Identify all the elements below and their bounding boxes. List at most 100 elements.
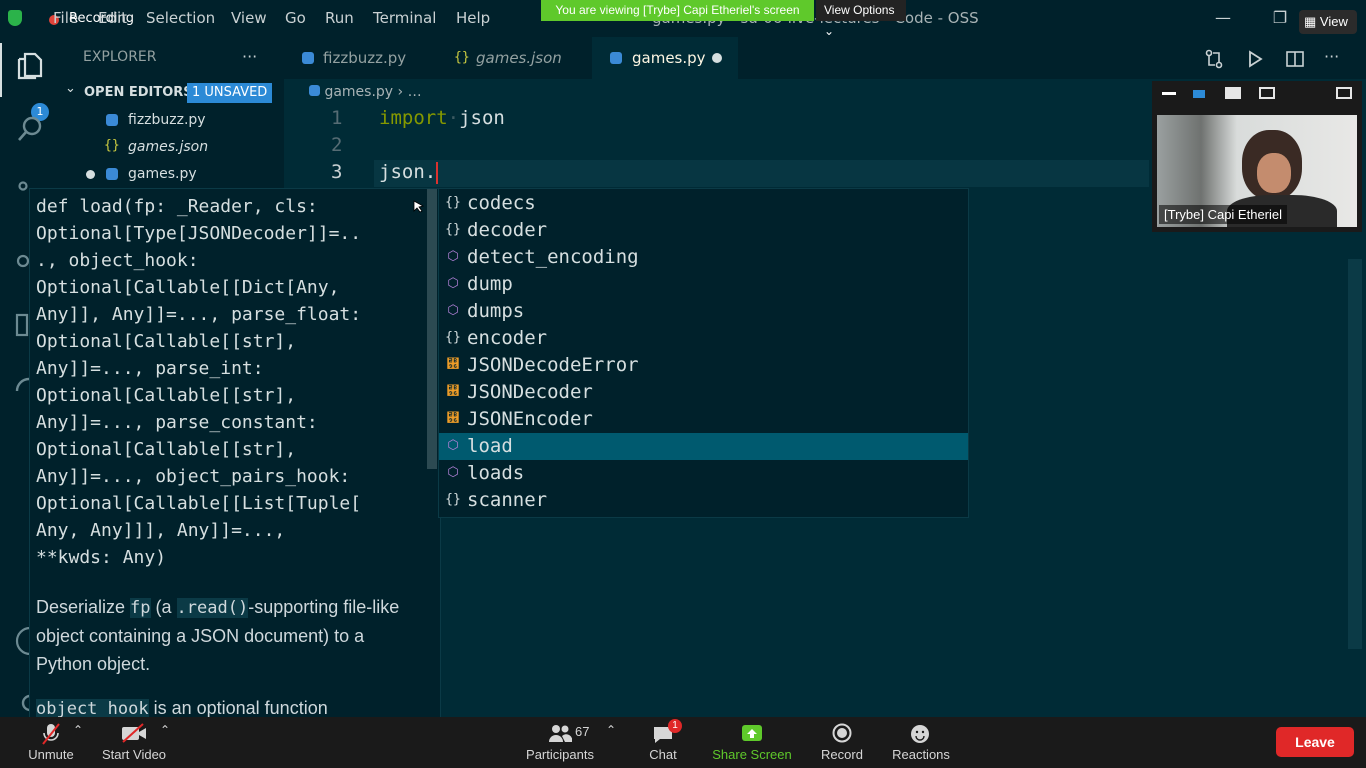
autocomplete-popup: {} codecs {} decoder ⬡ detect_encoding ⬡ dump ⬡ d… [438, 188, 969, 518]
start-video-label: Start Video [101, 747, 167, 762]
text-cursor [436, 161, 439, 184]
chevron-up-icon[interactable]: ⌃ [160, 723, 170, 737]
json-icon: {} [454, 50, 470, 65]
layout-strip-icon[interactable] [1193, 90, 1205, 98]
python-icon [106, 114, 118, 126]
unsaved-dot-icon[interactable] [712, 53, 722, 63]
menu-selection[interactable]: Selection [146, 0, 215, 37]
participant-name: [Trybe] Capi Etheriel [1159, 205, 1288, 224]
chat-badge: 1 [668, 719, 682, 733]
suggestion-item[interactable]: ⬡ detect_encoding [439, 244, 968, 271]
participants-icon [549, 725, 572, 742]
tab-fizzbuzz[interactable]: fizzbuzz.py [284, 37, 438, 79]
method-cube-icon: ⬡ [447, 438, 459, 453]
suggestion-item[interactable]: {} codecs [439, 190, 968, 217]
chevron-down-icon: ⌄ [65, 81, 76, 96]
tab-games-py[interactable]: games.py [592, 37, 738, 79]
menu-go[interactable]: Go [285, 0, 306, 37]
suggestion-label: loads [467, 462, 525, 484]
record-button[interactable]: Record [815, 717, 869, 768]
menu-help[interactable]: Help [456, 0, 490, 37]
view-label: View [1319, 14, 1348, 29]
open-editors-label: OPEN EDITORS [84, 85, 193, 100]
files-icon[interactable] [14, 50, 46, 82]
tab-games-json[interactable]: {} games.json [438, 37, 590, 79]
meeting-controls-bar: Unmute ⌃ Start Video ⌃ 67 Participants ⌃… [0, 717, 1366, 768]
open-editor-item[interactable]: {} games.json [59, 135, 284, 161]
suggestion-label: JSONDecoder [467, 381, 593, 403]
minimize-icon[interactable]: — [1210, 6, 1236, 30]
share-screen-icon [742, 725, 762, 741]
open-editor-item[interactable]: games.py [59, 162, 284, 188]
menu-run[interactable]: Run [325, 0, 354, 37]
menu-edit[interactable]: Edit [98, 0, 127, 37]
suggestion-label: JSONEncoder [467, 408, 593, 430]
line-number: 2 [331, 134, 343, 156]
suggestion-label: dump [467, 273, 513, 295]
more-actions-icon[interactable]: ··· [242, 47, 257, 66]
cursor-icon [413, 200, 425, 213]
module-icon: {} [445, 492, 461, 507]
menu-view[interactable]: View [231, 0, 267, 37]
minimize-video-icon[interactable] [1162, 92, 1176, 95]
leave-button[interactable]: Leave [1276, 727, 1354, 757]
editor-more-icon[interactable]: ··· [1324, 47, 1339, 66]
docstring: Deserialize fp (a .read()-supporting fil… [36, 593, 421, 678]
whitespace-dot: · [447, 107, 460, 129]
method-cube-icon: ⬡ [447, 249, 459, 264]
mic-muted-icon [42, 723, 60, 745]
restore-icon[interactable]: ❐ [1267, 6, 1293, 30]
view-options-button[interactable]: View Options ⌄ [816, 0, 906, 38]
scrollbar[interactable] [1348, 259, 1362, 649]
participants-button[interactable]: 67 Participants [520, 717, 600, 768]
breadcrumb-file[interactable]: games.py [324, 84, 393, 100]
chevron-down-icon: ⌄ [824, 24, 835, 38]
explorer-title: EXPLORER [83, 49, 157, 65]
chevron-up-icon[interactable]: ⌃ [606, 723, 616, 737]
suggestion-item[interactable]: {} scanner [439, 487, 968, 514]
video-off-icon [122, 723, 146, 743]
reactions-button[interactable]: Reactions [888, 717, 954, 768]
video-panel: [Trybe] Capi Etheriel [1152, 81, 1362, 232]
suggestion-item[interactable]: {} encoder [439, 325, 968, 352]
suggestion-item[interactable]: ⮖ JSONDecodeError [439, 352, 968, 379]
suggestion-item[interactable]: ⮖ JSONDecoder [439, 379, 968, 406]
layout-speaker-icon[interactable] [1225, 87, 1241, 99]
split-editor-icon[interactable] [1285, 49, 1305, 69]
python-icon [302, 52, 314, 64]
suggestion-item[interactable]: {} decoder [439, 217, 968, 244]
compare-changes-icon[interactable] [1204, 49, 1224, 69]
run-icon[interactable] [1245, 49, 1265, 69]
active-indicator [0, 43, 2, 97]
code-line[interactable]: json. [379, 161, 439, 184]
participants-count: 67 [575, 724, 590, 739]
view-options-label: View Options [824, 3, 895, 17]
suggestion-item[interactable]: ⬡ dump [439, 271, 968, 298]
breadcrumb-rest[interactable]: … [408, 84, 422, 100]
view-button[interactable]: ▦ View [1299, 10, 1357, 34]
open-editors-header[interactable]: ⌄ OPEN EDITORS 1 UNSAVED [59, 81, 284, 105]
inline-code: object_hook [36, 699, 149, 719]
python-icon [610, 52, 622, 64]
suggestion-item[interactable]: ⮖ JSONEncoder [439, 406, 968, 433]
chat-button[interactable]: 1 Chat [640, 717, 686, 768]
suggestion-label: codecs [467, 192, 536, 214]
unsaved-dot-icon[interactable] [86, 170, 95, 179]
suggestion-item[interactable]: ⬡ loads [439, 460, 968, 487]
suggestion-label: decoder [467, 219, 548, 241]
menu-terminal[interactable]: Terminal [373, 0, 436, 37]
code-line[interactable]: import·json [379, 107, 505, 129]
chevron-up-icon[interactable]: ⌃ [73, 723, 83, 737]
layout-grid-icon[interactable] [1259, 87, 1275, 99]
suggestion-item[interactable]: ⬡ dumps [439, 298, 968, 325]
docstring-continued: object_hook is an optional function [36, 694, 421, 719]
hover-scrollbar[interactable] [427, 189, 437, 469]
doc-text: is an optional function [148, 698, 328, 718]
share-screen-button[interactable]: Share Screen [706, 717, 798, 768]
expand-icon[interactable] [1336, 87, 1352, 99]
class-icon: ⮖ [446, 357, 460, 372]
suggestion-item[interactable]: ⬡ load [439, 433, 968, 460]
open-editor-item[interactable]: fizzbuzz.py [59, 108, 284, 134]
unmute-label: Unmute [28, 747, 74, 762]
search-icon[interactable] [14, 113, 46, 145]
